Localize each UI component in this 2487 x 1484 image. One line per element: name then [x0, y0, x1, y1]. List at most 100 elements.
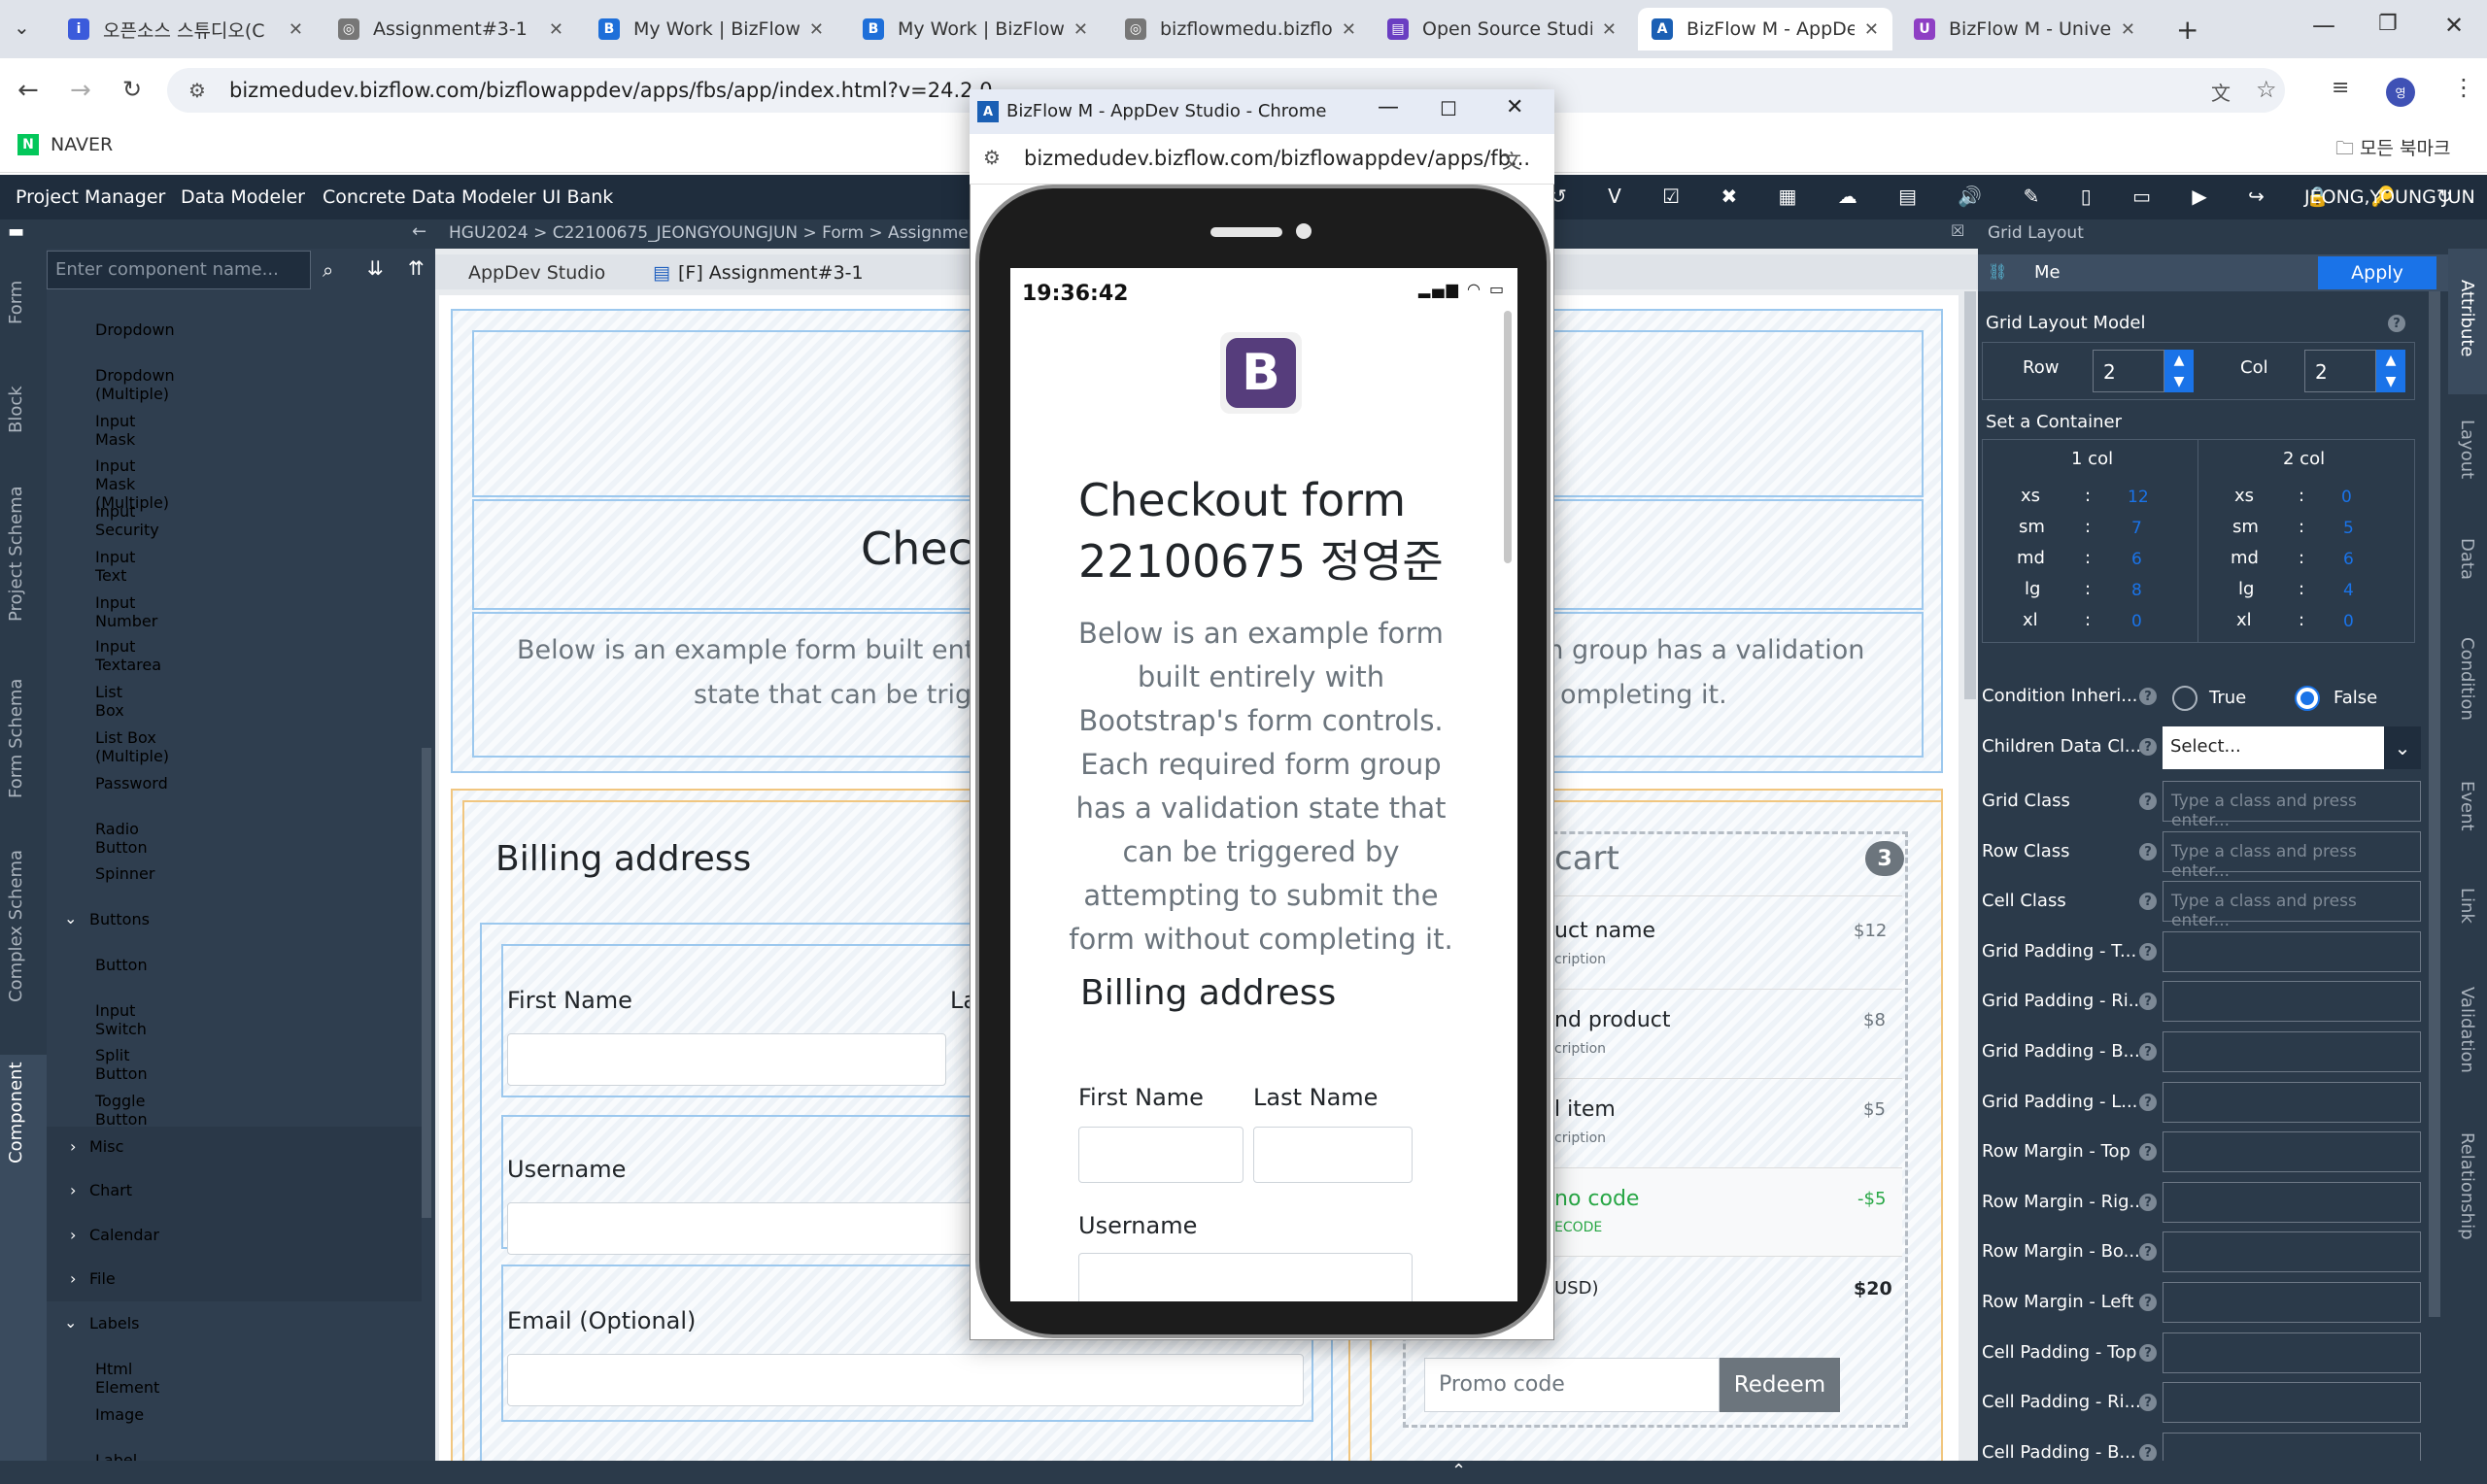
- property-input[interactable]: Type a class and press enter...: [2163, 831, 2421, 881]
- help-icon[interactable]: ?: [2139, 893, 2157, 910]
- folder-icon[interactable]: ▬: [8, 221, 24, 242]
- chevron-down-icon[interactable]: ⌄: [64, 909, 77, 928]
- restore-button[interactable]: ❐: [2378, 12, 2398, 36]
- vtab-component[interactable]: Component: [6, 1062, 26, 1164]
- group-misc[interactable]: Misc: [89, 1137, 123, 1156]
- component-item[interactable]: Dropdown: [95, 320, 175, 339]
- search-icon[interactable]: ⌕: [323, 258, 333, 282]
- component-item[interactable]: Input Switch: [95, 1001, 147, 1038]
- help-icon[interactable]: ?: [2139, 738, 2157, 756]
- component-scrollbar[interactable]: [422, 748, 431, 1218]
- tab-link[interactable]: Link: [2457, 888, 2477, 924]
- all-bookmarks[interactable]: 🗀 모든 북마크: [2335, 134, 2451, 166]
- component-item[interactable]: Radio Button: [95, 820, 148, 857]
- size-value[interactable]: 0: [2131, 612, 2142, 631]
- collapse-left-icon[interactable]: ←: [412, 221, 426, 242]
- canvas-scrollbar[interactable]: [1964, 291, 1976, 699]
- browser-tab-4[interactable]: B My Work | BizFlow ✕: [849, 8, 1102, 51]
- group-chart[interactable]: Chart: [89, 1181, 132, 1199]
- tab-condition[interactable]: Condition: [2457, 637, 2477, 721]
- naver-bookmark[interactable]: N NAVER: [17, 134, 113, 155]
- expand-all-icon[interactable]: ⇊: [367, 256, 384, 280]
- username-input[interactable]: [1078, 1253, 1413, 1301]
- back-icon[interactable]: ←: [17, 76, 39, 105]
- help-icon[interactable]: ?: [2139, 1043, 2157, 1061]
- children-data-select[interactable]: Select...: [2163, 726, 2421, 769]
- doctab-appdev-studio[interactable]: AppDev Studio: [468, 262, 605, 284]
- help-icon[interactable]: ?: [2139, 1094, 2157, 1111]
- close-window-button[interactable]: ✕: [2444, 12, 2464, 39]
- close-panel-icon[interactable]: ☒: [1951, 221, 1964, 240]
- help-icon[interactable]: ?: [2139, 1143, 2157, 1161]
- menu-ui-bank[interactable]: UI Bank: [542, 186, 613, 208]
- component-item[interactable]: Image: [95, 1405, 144, 1424]
- group-file[interactable]: File: [89, 1269, 116, 1288]
- close-icon[interactable]: ✕: [549, 19, 563, 40]
- tab-event[interactable]: Event: [2457, 781, 2477, 831]
- promo-input[interactable]: Promo code: [1424, 1358, 1720, 1412]
- component-item[interactable]: Spinner: [95, 864, 154, 883]
- site-info-icon[interactable]: ⚙: [188, 79, 206, 102]
- property-input[interactable]: [2163, 1182, 2421, 1223]
- chevron-right-icon[interactable]: ›: [70, 1226, 76, 1244]
- close-icon[interactable]: ✕: [2121, 19, 2135, 40]
- browser-tab-2[interactable]: ◎ Assignment#3-1 ✕: [324, 8, 577, 51]
- property-input[interactable]: [2163, 1282, 2421, 1323]
- help-icon[interactable]: ?: [2139, 943, 2157, 961]
- media-icon[interactable]: ≡: [2332, 76, 2349, 100]
- tab-attribute[interactable]: Attribute: [2457, 280, 2477, 356]
- property-scrollbar[interactable]: [2429, 291, 2440, 1317]
- size-value[interactable]: 6: [2343, 550, 2354, 569]
- property-input[interactable]: [2163, 931, 2421, 972]
- close-icon[interactable]: ✕: [1073, 19, 1088, 40]
- component-item[interactable]: Password: [95, 774, 168, 793]
- help-icon[interactable]: ?: [2139, 1394, 2157, 1411]
- radio-true[interactable]: [2172, 686, 2197, 711]
- menu-kebab-icon[interactable]: ⋮: [2452, 74, 2475, 101]
- menu-data-modeler[interactable]: Data Modeler: [181, 186, 305, 208]
- help-icon[interactable]: ?: [2139, 1243, 2157, 1261]
- radio-false-selected[interactable]: [2295, 686, 2320, 711]
- property-input[interactable]: [2163, 1082, 2421, 1123]
- component-item[interactable]: Button: [95, 956, 148, 974]
- apply-button[interactable]: Apply: [2318, 256, 2436, 289]
- last-name-input[interactable]: [1253, 1127, 1413, 1183]
- row-input[interactable]: 2: [2093, 350, 2164, 392]
- email-input[interactable]: [507, 1354, 1304, 1406]
- vtab-form[interactable]: Form: [6, 281, 26, 324]
- component-search-input[interactable]: Enter component name...: [47, 251, 311, 289]
- browser-tab-8[interactable]: U BizFlow M - Univers ✕: [1900, 8, 2149, 51]
- browser-tab-3[interactable]: B My Work | BizFlow ✕: [585, 8, 837, 51]
- user-name[interactable]: JEONG,YOUNG JUN: [2304, 186, 2475, 208]
- close-icon[interactable]: ✕: [1602, 19, 1617, 40]
- component-item[interactable]: Input Mask: [95, 412, 135, 449]
- help-icon[interactable]: ?: [2139, 1444, 2157, 1462]
- browser-tab-6[interactable]: ▤ Open Source Studio ✕: [1374, 8, 1630, 51]
- vtab-block[interactable]: Block: [6, 386, 26, 433]
- component-item[interactable]: List Box: [95, 683, 124, 720]
- first-name-input[interactable]: [507, 1033, 946, 1086]
- component-item[interactable]: Input Textarea: [95, 637, 161, 674]
- group-labels[interactable]: Labels: [89, 1314, 140, 1332]
- forward-icon[interactable]: →: [70, 76, 91, 105]
- redeem-button[interactable]: Redeem: [1720, 1358, 1840, 1412]
- component-item[interactable]: Input Security: [95, 502, 159, 539]
- minimize-button[interactable]: —: [2312, 12, 2335, 39]
- group-buttons[interactable]: Buttons: [89, 910, 150, 928]
- browser-tab-5[interactable]: ◎ bizflowmedu.bizflow ✕: [1111, 8, 1370, 51]
- translate-icon[interactable]: 文: [1502, 146, 1521, 174]
- component-item[interactable]: Input Number: [95, 593, 157, 630]
- size-value[interactable]: 7: [2131, 519, 2142, 538]
- property-input[interactable]: Type a class and press enter...: [2163, 781, 2421, 830]
- menu-concrete-data-modeler[interactable]: Concrete Data Modeler: [323, 186, 536, 208]
- size-value[interactable]: 12: [2128, 488, 2149, 507]
- help-icon[interactable]: ?: [2388, 315, 2405, 332]
- property-input[interactable]: [2163, 1332, 2421, 1373]
- doctab-assignment[interactable]: [F] Assignment#3-1: [678, 262, 864, 284]
- size-value[interactable]: 4: [2343, 581, 2354, 600]
- property-input[interactable]: [2163, 1382, 2421, 1423]
- size-value[interactable]: 8: [2131, 581, 2142, 600]
- menu-project-manager[interactable]: Project Manager: [16, 186, 165, 208]
- avatar[interactable]: 영: [2386, 78, 2415, 107]
- site-info-icon[interactable]: ⚙: [983, 146, 1001, 169]
